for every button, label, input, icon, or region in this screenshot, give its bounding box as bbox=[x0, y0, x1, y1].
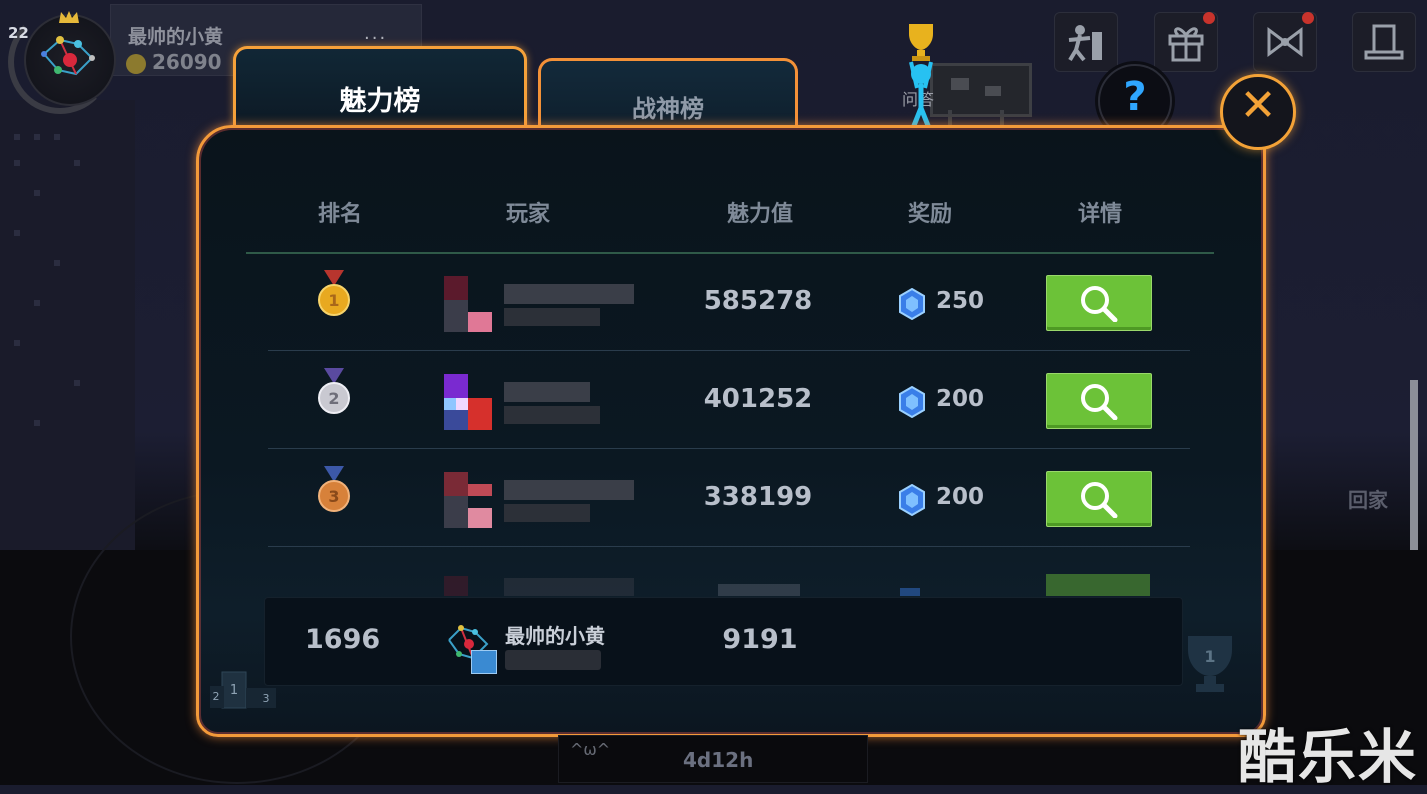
my-rank-bar: 1696 最帅的小黄 9191 bbox=[264, 597, 1183, 686]
timer-face: ^ω^ bbox=[570, 740, 611, 759]
header-rank: 排名 bbox=[317, 202, 362, 227]
search-icon bbox=[1081, 482, 1118, 518]
podium-3: 3 bbox=[263, 692, 270, 705]
charm-value: 401252 bbox=[703, 384, 813, 414]
home-label[interactable]: 回家 bbox=[1348, 484, 1388, 513]
search-icon bbox=[1081, 384, 1118, 420]
tophat-icon bbox=[1364, 24, 1404, 60]
avatar bbox=[24, 14, 116, 106]
gold-medal-icon: 1 bbox=[318, 270, 350, 316]
my-name: 最帅的小黄 bbox=[505, 624, 605, 648]
crown-icon bbox=[59, 11, 79, 23]
table-row: 1 585278 250 bbox=[268, 252, 1190, 351]
trophy-number: 1 bbox=[1204, 647, 1215, 666]
trophy-icon: 1 bbox=[1188, 636, 1232, 692]
top-icon-bow[interactable] bbox=[1253, 12, 1317, 72]
header-reward: 奖励 bbox=[907, 202, 952, 227]
avatar-constellation-icon bbox=[41, 36, 95, 76]
my-subtitle-blurred bbox=[505, 650, 601, 670]
search-icon bbox=[1081, 286, 1118, 322]
header-player: 玩家 bbox=[505, 202, 550, 227]
profile-name: 最帅的小黄 bbox=[128, 26, 224, 48]
medal-number: 3 bbox=[328, 487, 339, 506]
gift-icon bbox=[1168, 27, 1204, 62]
top-icon-tophat[interactable] bbox=[1352, 12, 1416, 72]
bow-icon bbox=[1267, 27, 1303, 57]
charm-value: 338199 bbox=[703, 482, 813, 512]
table-row-partial bbox=[268, 560, 1190, 596]
my-badge-icon bbox=[471, 650, 497, 674]
bronze-medal-icon: 3 bbox=[318, 466, 350, 512]
header-charm: 魅力值 bbox=[726, 202, 793, 227]
my-rank: 1696 bbox=[305, 624, 381, 655]
diamond-icon bbox=[899, 484, 925, 516]
question-icon: ? bbox=[1123, 74, 1147, 120]
close-icon: ✕ bbox=[1239, 80, 1277, 131]
reward-value: 200 bbox=[936, 386, 985, 412]
reward-value: 250 bbox=[936, 288, 985, 314]
detail-button[interactable] bbox=[1046, 275, 1152, 331]
silver-medal-icon: 2 bbox=[318, 368, 350, 414]
medal-number: 1 bbox=[328, 291, 339, 310]
header-detail: 详情 bbox=[1077, 202, 1122, 227]
medal-number: 2 bbox=[328, 389, 339, 408]
quiz-board[interactable] bbox=[930, 63, 1032, 117]
tab-charm-label: 魅力榜 bbox=[339, 86, 421, 117]
timer-value: 4d12h bbox=[683, 748, 754, 772]
detail-button[interactable] bbox=[1046, 471, 1152, 527]
podium-2: 2 bbox=[213, 690, 220, 703]
table-row: 2 401252 200 bbox=[268, 350, 1190, 449]
close-button[interactable]: ✕ bbox=[1220, 74, 1296, 150]
diamond-icon bbox=[899, 386, 925, 418]
background-building bbox=[0, 100, 135, 550]
my-charm-value: 9191 bbox=[722, 624, 798, 655]
table-row: 3 338199 200 bbox=[268, 448, 1190, 547]
player-info-pixelated bbox=[444, 276, 640, 332]
charm-value: 585278 bbox=[703, 286, 813, 316]
diamond-icon bbox=[899, 288, 925, 320]
coin-icon bbox=[126, 54, 146, 74]
player-info-pixelated bbox=[444, 472, 640, 528]
top-icon-gift[interactable] bbox=[1154, 12, 1218, 72]
coin-count: 26090 bbox=[152, 50, 222, 74]
detail-button[interactable] bbox=[1046, 373, 1152, 429]
player-info-pixelated bbox=[444, 374, 640, 430]
trophy-stickman-icon bbox=[909, 24, 933, 129]
stickman-icon bbox=[1068, 25, 1102, 62]
reward-value: 200 bbox=[936, 484, 985, 510]
podium-icon: 1 2 3 bbox=[210, 671, 276, 709]
watermark: 酷乐米 bbox=[1238, 723, 1419, 791]
background-pole bbox=[1410, 380, 1418, 550]
top-icon-stickman[interactable] bbox=[1054, 12, 1118, 72]
tab-war-god-label: 战神榜 bbox=[632, 95, 704, 123]
podium-1: 1 bbox=[230, 683, 238, 698]
level-badge: 22 bbox=[8, 24, 29, 42]
